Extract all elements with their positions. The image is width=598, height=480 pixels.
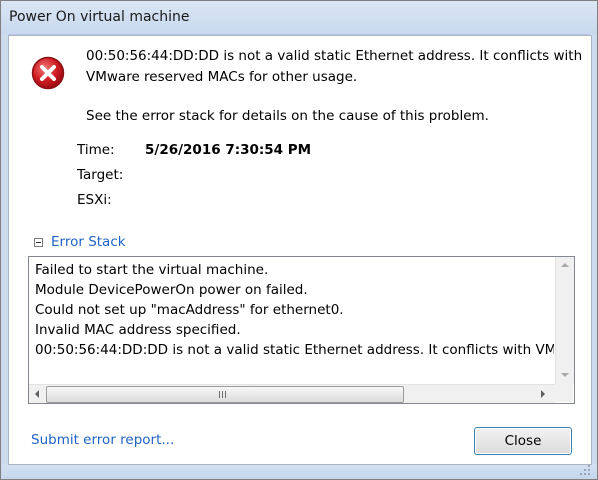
target-label: Target: (77, 167, 124, 183)
scroll-left-arrow-icon[interactable] (35, 390, 39, 398)
window-title: Power On virtual machine (9, 9, 190, 25)
stack-line: Could not set up "macAddress" for ethern… (35, 302, 344, 318)
submit-error-report-link[interactable]: Submit error report... (31, 432, 174, 448)
horizontal-scrollbar[interactable] (29, 384, 555, 403)
stack-line: Failed to start the virtual machine. (35, 262, 269, 278)
error-icon (31, 56, 65, 90)
scroll-up-arrow-icon[interactable] (561, 263, 569, 267)
error-stack-label[interactable]: Error Stack (51, 234, 126, 250)
error-stack-content[interactable]: Failed to start the virtual machine. Mod… (29, 257, 554, 384)
scroll-down-arrow-icon[interactable] (561, 373, 569, 377)
collapse-icon[interactable] (34, 237, 43, 247)
vertical-scrollbar[interactable] (555, 257, 574, 384)
window-frame-bottom (1, 464, 597, 479)
stack-line: Invalid MAC address specified. (35, 322, 241, 338)
window-frame-left (1, 34, 8, 464)
dialog-content: 00:50:56:44:DD:DD is not a valid static … (8, 35, 592, 465)
scroll-corner (555, 384, 573, 402)
error-stack-toggle[interactable]: Error Stack (34, 234, 126, 250)
stack-line: 00:50:56:44:DD:DD is not a valid static … (35, 342, 554, 358)
grip-icon (219, 391, 228, 398)
dialog-window: Power On virtual machine 00:50:56:44:DD:… (0, 0, 598, 480)
stack-line: Module DevicePowerOn power on failed. (35, 282, 308, 298)
scroll-right-arrow-icon[interactable] (541, 390, 545, 398)
esxi-label: ESXi: (77, 192, 112, 208)
error-message-line-2: VMware reserved MACs for other usage. (86, 69, 358, 85)
close-button[interactable]: Close (474, 427, 572, 455)
horizontal-scroll-thumb[interactable] (46, 386, 404, 403)
error-stack-textbox[interactable]: Failed to start the virtual machine. Mod… (28, 256, 575, 404)
error-message-line-1: 00:50:56:44:DD:DD is not a valid static … (86, 48, 583, 64)
time-value: 5/26/2016 7:30:54 PM (145, 142, 312, 158)
error-message-hint: See the error stack for details on the c… (86, 108, 489, 124)
resize-grip-icon[interactable] (579, 464, 591, 476)
title-bar[interactable]: Power On virtual machine (1, 1, 597, 35)
time-label: Time: (77, 142, 115, 158)
